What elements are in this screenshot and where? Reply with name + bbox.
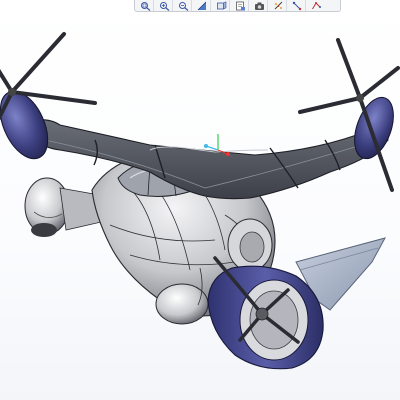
view-orientation-button[interactable]	[213, 0, 230, 11]
markup-icon	[312, 1, 321, 9]
section-view-button[interactable]	[194, 0, 211, 11]
zoom-to-fit-icon	[140, 1, 150, 11]
section-view-icon	[197, 1, 206, 10]
view-toolbar	[134, 0, 341, 12]
vtol-aircraft-model[interactable]	[0, 0, 400, 400]
model-viewport[interactable]: 3D model viewport	[0, 0, 400, 400]
zoom-in-button[interactable]	[156, 0, 173, 11]
zoom-to-fit-button[interactable]	[137, 0, 154, 11]
markup-button[interactable]	[308, 0, 325, 11]
zoom-in-icon	[159, 1, 169, 11]
zoom-out-icon	[178, 1, 188, 11]
view-orientation-icon	[216, 0, 226, 9]
main-wing	[31, 119, 389, 200]
explode-icon	[274, 1, 282, 9]
explode-button[interactable]	[270, 0, 287, 11]
display-style-button[interactable]	[232, 0, 249, 11]
camera-button[interactable]	[251, 0, 268, 11]
display-style-icon	[235, 1, 245, 10]
camera-icon	[254, 2, 264, 10]
measure-icon	[292, 1, 301, 10]
zoom-out-button[interactable]	[175, 0, 192, 11]
measure-button[interactable]	[289, 0, 306, 11]
